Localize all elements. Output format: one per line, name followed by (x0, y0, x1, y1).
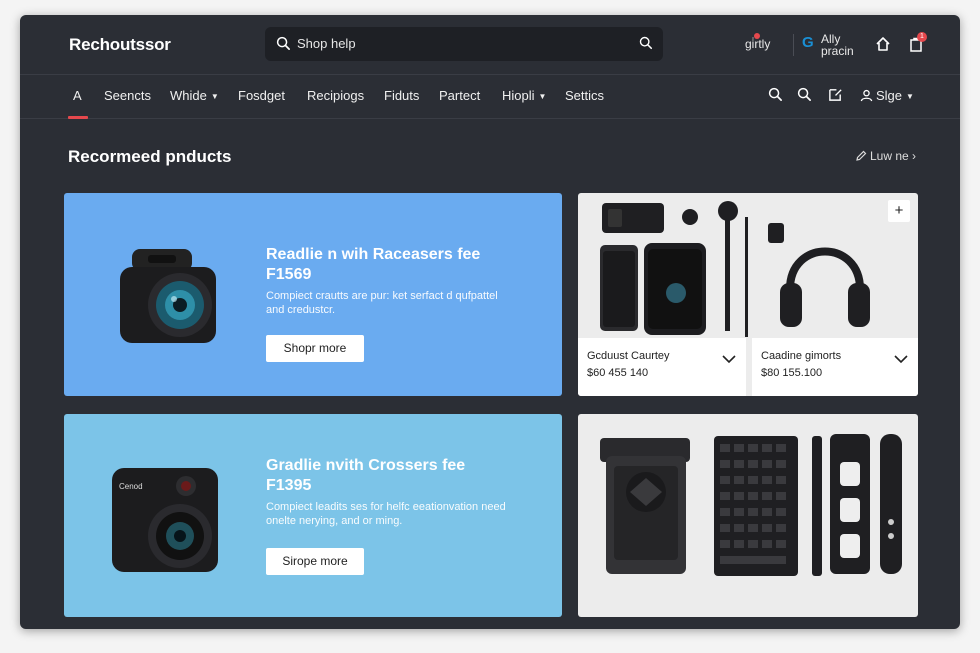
promo-title: Gradlie nvith Crossers fee (266, 457, 466, 474)
chevron-down-icon: ▼ (906, 92, 914, 102)
search-submit-icon[interactable] (639, 36, 653, 55)
product-grid-card[interactable]: + Gcduust Caurtey $60 455 140 Caadine gi… (578, 193, 918, 396)
product-price: $80 155.100 (761, 367, 823, 379)
g-logo[interactable]: G (802, 34, 814, 51)
product-price: $60 455 140 (587, 367, 649, 379)
signin-menu[interactable]: Slge ▼ (860, 88, 914, 105)
divider (793, 34, 794, 56)
add-icon[interactable]: + (888, 200, 910, 222)
promo-price: F1569 (266, 266, 312, 283)
section-title: Recormeed pnducts (68, 147, 232, 166)
promo-price: F1395 (266, 477, 312, 494)
nav-item-fiduts[interactable]: Fiduts (384, 88, 419, 103)
pencil-icon (855, 150, 867, 165)
product-info[interactable]: Gcduust Caurtey $60 455 140 (578, 338, 746, 396)
user-icon (860, 89, 873, 105)
nav-item-whide-label: Whide (170, 88, 207, 103)
nav-item-a[interactable]: A (73, 88, 82, 103)
account-name[interactable]: Ally pracin (821, 33, 854, 57)
nav-item-whide[interactable]: Whide ▼ (170, 88, 219, 103)
cart-badge: 1 (917, 32, 927, 42)
camera-brand-mark: Cenod (119, 482, 143, 491)
brand-logo[interactable]: Rechoutssor (69, 35, 171, 55)
promo-description-line2: and credustcr. (266, 304, 336, 316)
chevron-down-icon: ▼ (210, 92, 219, 102)
product-info[interactable]: Caadine gimorts $80 155.100 (752, 338, 918, 396)
edit-icon[interactable] (828, 87, 843, 107)
nav-item-seencts[interactable]: Seencts (104, 88, 151, 103)
promo-description: Compiect crautts are pur: ket serfact d … (266, 290, 498, 302)
status-dot-icon (754, 33, 760, 39)
top-bar: Rechoutssor Shop help gi̇rtly G Ally pra… (20, 15, 960, 75)
search-icon (276, 36, 291, 56)
promo-title: Readlie n wih Raceasers fee (266, 246, 481, 263)
camera-icon (116, 245, 220, 354)
promo-description-line2: onelte nerying, and or ming. (266, 515, 403, 527)
chevron-down-icon[interactable] (894, 351, 908, 369)
product-name: Caadine gimorts (761, 350, 842, 362)
active-tab-indicator (68, 116, 88, 119)
shop-more-button[interactable]: Sirope more (266, 548, 364, 575)
signin-label: Slge (876, 88, 903, 103)
search-input[interactable]: Shop help (297, 36, 356, 51)
product-grid-card[interactable] (578, 414, 918, 617)
app-window: Rechoutssor Shop help gi̇rtly G Ally pra… (20, 15, 960, 629)
accessories-icon (600, 432, 910, 587)
promo-description: Compiect leadits ses for helfc eeationva… (266, 501, 506, 513)
view-more-link[interactable]: Luw ne › (855, 149, 916, 165)
account-label[interactable]: gi̇rtly (745, 37, 770, 51)
nav-item-fosdget[interactable]: Fosdget (238, 88, 285, 103)
phones-icon (600, 199, 890, 344)
account-name-line2: pracin (821, 44, 854, 58)
product-name: Gcduust Caurtey (587, 350, 670, 362)
shop-more-button[interactable]: Shopr more (266, 335, 364, 362)
nav-item-recipiogs[interactable]: Recipiogs (307, 88, 364, 103)
search-icon[interactable] (768, 87, 783, 107)
home-icon[interactable] (875, 36, 891, 57)
chevron-down-icon[interactable] (722, 351, 736, 369)
search-bar[interactable]: Shop help (265, 27, 663, 61)
promo-card[interactable]: Cenod Gradlie nvith Crossers fee F1395 C… (64, 414, 562, 617)
nav-item-hiopli[interactable]: Hiopli ▼ (502, 88, 546, 103)
nav-item-hiopli-label: Hiopli (502, 88, 535, 103)
promo-card[interactable]: Readlie n wih Raceasers fee F1569 Compie… (64, 193, 562, 396)
nav-item-settics[interactable]: Settics (565, 88, 604, 103)
zoom-icon[interactable] (797, 87, 812, 107)
nav-item-partect[interactable]: Partect (439, 88, 480, 103)
chevron-down-icon: ▼ (538, 92, 547, 102)
chevron-right-icon: › (908, 149, 917, 163)
view-more-label: Luw ne (870, 149, 909, 163)
category-nav: A Seencts Whide ▼ Fosdget Recipiogs Fidut… (20, 75, 960, 119)
